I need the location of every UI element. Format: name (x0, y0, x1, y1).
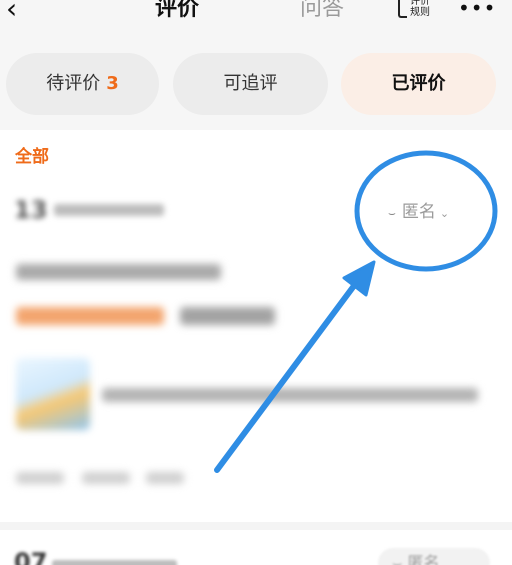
product-thumbnail[interactable] (16, 358, 90, 430)
back-arrow-icon[interactable]: ‹ (6, 0, 36, 24)
section-all-label: 全部 (15, 147, 49, 167)
anonymous-label: 匿名 (401, 202, 436, 222)
rules-icon (398, 0, 407, 18)
product-title-blurred[interactable] (102, 388, 478, 402)
review-date-day: 13 (14, 196, 48, 224)
review-date-rest-blurred-2 (52, 560, 177, 565)
anonymous-label-2: 匿名 (407, 553, 440, 565)
filter-pending-label: 待评价 (46, 73, 101, 94)
review-rules-button[interactable]: 评价规则 (398, 0, 438, 24)
anonymous-toggle[interactable]: ⌣ 匿名 ⌄ (388, 200, 449, 224)
review-tag-blurred (16, 307, 164, 325)
filter-pending-review[interactable]: 待评价 3 (6, 53, 159, 115)
review-filter-bar: 待评价 3 可追评 已评价 (0, 40, 512, 130)
more-icon[interactable]: ••• (458, 0, 496, 20)
review-card-2: 07 ⌣ 匿名 (0, 530, 512, 565)
review-date-day-2: 07 (14, 548, 48, 565)
action-blurred-3[interactable] (146, 472, 184, 484)
action-blurred-1[interactable] (16, 472, 64, 484)
chevron-down-icon: ⌄ (439, 207, 450, 220)
review-card: 全部 13 ⌣ 匿名 ⌄ (0, 130, 512, 522)
tab-reviews[interactable]: 评价 (155, 0, 199, 24)
reviews-page: ‹ 评价 问答 评价规则 ••• 待评价 3 可追评 已评价 全部 13 ⌣ 匿名 ⌄ (0, 0, 512, 565)
closed-eye-icon: ⌣ (388, 206, 396, 220)
pending-count-badge: 3 (106, 73, 119, 94)
anonymous-toggle-2[interactable]: ⌣ 匿名 (378, 548, 490, 565)
top-nav-bar: ‹ 评价 问答 评价规则 ••• (0, 0, 512, 40)
filter-follow-up[interactable]: 可追评 (173, 53, 328, 115)
review-text-blurred (16, 264, 221, 280)
tab-qa[interactable]: 问答 (300, 0, 344, 24)
review-date-rest-blurred (54, 204, 164, 216)
action-blurred-2[interactable] (82, 472, 130, 484)
closed-eye-icon: ⌣ (392, 553, 408, 565)
review-date-2: 07 (14, 548, 184, 565)
review-date: 13 (14, 196, 166, 224)
filter-reviewed[interactable]: 已评价 (341, 53, 496, 115)
review-text-blurred-2 (180, 307, 275, 325)
review-rules-label: 评价规则 (410, 0, 430, 18)
